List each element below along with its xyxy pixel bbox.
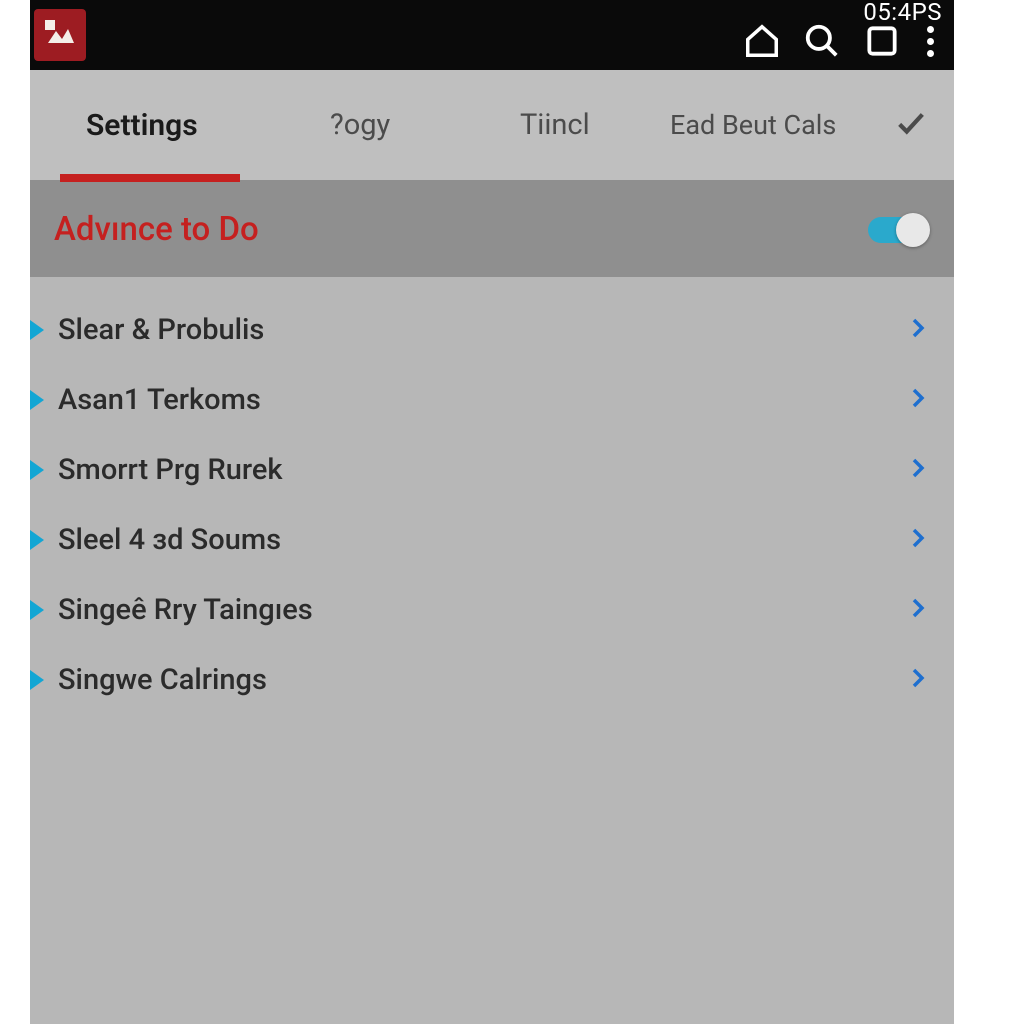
tab-ogy[interactable]: ?ogy bbox=[330, 108, 390, 142]
bullet-icon bbox=[30, 600, 44, 620]
chevron-right-icon bbox=[906, 386, 930, 414]
list-item[interactable]: Singeê Rry Taingıes bbox=[30, 575, 954, 645]
tab-ead[interactable]: Ead Beut Cals bbox=[670, 109, 836, 141]
chevron-right-icon bbox=[906, 596, 930, 624]
list-item-label: Slear & Probulis bbox=[58, 313, 264, 347]
bullet-icon bbox=[30, 530, 44, 550]
list-item[interactable]: Smorrt Prg Rurek bbox=[30, 435, 954, 505]
list-item-label: Asan1 Terkoms bbox=[58, 383, 261, 417]
list-item[interactable]: Singwe Calrings bbox=[30, 645, 954, 715]
list-item[interactable]: Asan1 Terkoms bbox=[30, 365, 954, 435]
toggle-knob bbox=[896, 213, 930, 247]
tab-tincl[interactable]: Tiincl bbox=[520, 108, 590, 142]
list-item-label: Singeê Rry Taingıes bbox=[58, 593, 313, 627]
chevron-right-icon bbox=[906, 316, 930, 344]
section-header: Advınce to Do bbox=[30, 182, 954, 277]
section-title: Advınce to Do bbox=[54, 210, 259, 249]
bullet-icon bbox=[30, 670, 44, 690]
more-icon[interactable] bbox=[927, 26, 934, 57]
chevron-right-icon bbox=[906, 666, 930, 694]
bullet-icon bbox=[30, 460, 44, 480]
check-icon[interactable] bbox=[894, 106, 928, 144]
search-icon[interactable] bbox=[803, 22, 841, 60]
app-logo-icon[interactable] bbox=[34, 9, 86, 61]
tab-underline bbox=[60, 174, 240, 182]
list-item-label: Smorrt Prg Rurek bbox=[58, 453, 283, 487]
status-time: 05:4PS bbox=[863, 0, 942, 26]
bullet-icon bbox=[30, 390, 44, 410]
tab-settings[interactable]: Settings bbox=[86, 108, 198, 143]
bullet-icon bbox=[30, 320, 44, 340]
tabs-icon[interactable] bbox=[863, 22, 901, 60]
home-icon[interactable] bbox=[743, 22, 781, 60]
status-bar: 05:4PS bbox=[30, 0, 954, 70]
tab-bar: Settings ?ogy Tiincl Ead Beut Cals bbox=[30, 70, 954, 182]
chevron-right-icon bbox=[906, 456, 930, 484]
list-item-label: Singwe Calrings bbox=[58, 663, 267, 697]
list-item[interactable]: Sleel 4 зd Soums bbox=[30, 505, 954, 575]
list-item-label: Sleel 4 зd Soums bbox=[58, 523, 281, 557]
app-container: 05:4PS Settings bbox=[30, 0, 954, 1024]
settings-list: Slear & Probulis Asan1 Terkoms Smorrt Pr… bbox=[30, 277, 954, 715]
advance-toggle[interactable] bbox=[868, 217, 924, 243]
chevron-right-icon bbox=[906, 526, 930, 554]
list-item[interactable]: Slear & Probulis bbox=[30, 295, 954, 365]
